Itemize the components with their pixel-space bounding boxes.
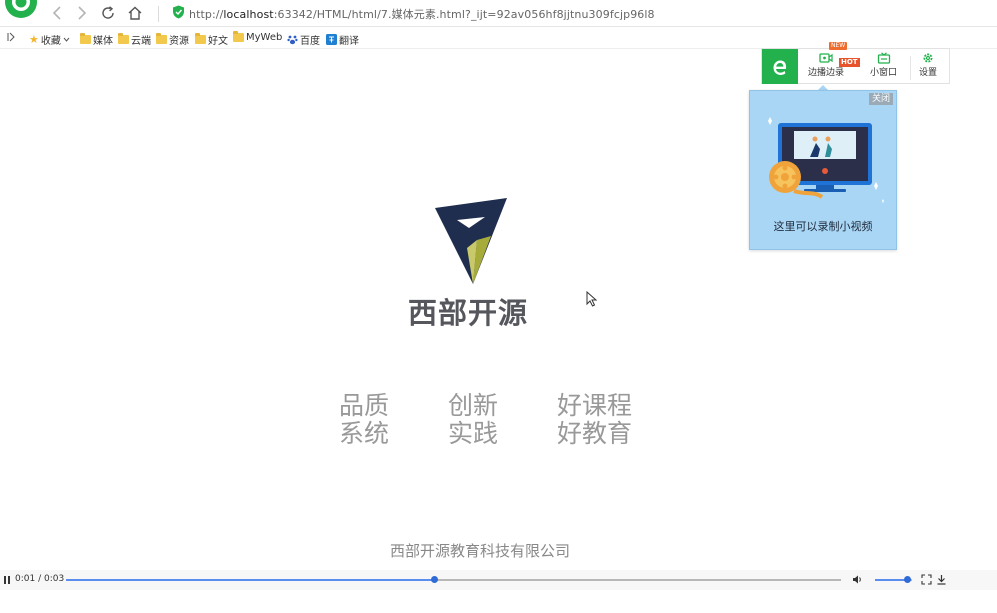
mouse-cursor-icon (586, 291, 598, 307)
pause-icon (8, 576, 10, 584)
settings-button[interactable]: 设置 (919, 52, 937, 78)
browser-logo-icon[interactable] (4, 0, 38, 20)
download-icon[interactable] (936, 574, 947, 585)
sidebar-toggle-button[interactable] (7, 32, 15, 42)
bookmark-baidu[interactable]: 百度 (287, 32, 320, 47)
home-button[interactable] (126, 4, 144, 22)
seek-bar-played (66, 579, 434, 581)
bookmark-media[interactable]: 媒体 (80, 32, 113, 47)
seek-handle[interactable] (430, 576, 438, 583)
slogan-text: 好教育 (557, 419, 633, 448)
chevron-right-icon (78, 6, 87, 20)
slogan-column-2: 创新 实践 (448, 392, 498, 448)
chevron-left-icon (52, 6, 61, 20)
home-icon (128, 6, 142, 20)
volume-level (875, 579, 909, 581)
video-helper-logo[interactable] (762, 49, 798, 84)
slogan-column-3: 好课程 好教育 (557, 392, 632, 448)
pause-icon (4, 576, 6, 584)
folder-icon (80, 33, 91, 44)
volume-icon[interactable] (852, 574, 863, 585)
reload-icon (102, 6, 114, 19)
bookmark-favorites[interactable]: ★ 收藏 (29, 32, 70, 47)
company-name: 西部开源教育科技有限公司 (390, 542, 571, 560)
settings-label: 设置 (919, 68, 938, 78)
folder-icon (195, 33, 206, 44)
xibu-kaiyuan-logo-icon (435, 198, 507, 284)
fullscreen-icon[interactable] (921, 574, 932, 585)
mini-window-label: 小窗口 (870, 68, 898, 78)
video-helper-toolbar: 边播边录 NEW HOT 小窗口 设置 (761, 42, 950, 84)
video-controls: 0:01 / 0:03 (0, 570, 997, 590)
back-button[interactable] (48, 4, 66, 22)
volume-handle[interactable] (904, 576, 912, 583)
popup-message: 这里可以录制小视频 (773, 220, 873, 233)
browser-toolbar: http://localhost:63342/HTML/html/7.媒体元素.… (0, 0, 997, 27)
video-recording-illustration (768, 117, 884, 203)
slogan-text: 创新 (448, 391, 499, 420)
toolbar-divider (910, 56, 911, 80)
url-scheme: http:// (189, 8, 224, 21)
star-icon: ★ (29, 32, 39, 46)
reload-button[interactable] (99, 4, 117, 22)
slogan-text: 品质 (339, 391, 390, 420)
bookmark-myweb[interactable]: MyWeb (233, 31, 283, 43)
sidebar-toggle-icon (7, 32, 15, 42)
url-host: localhost (223, 8, 274, 21)
translate-icon (326, 34, 337, 45)
baidu-paw-icon (287, 35, 298, 45)
time-display: 0:01 / 0:03 (15, 574, 65, 584)
pause-button[interactable] (4, 576, 13, 585)
seek-bar[interactable] (66, 576, 841, 583)
url-path: :63342/HTML/html/7.媒体元素.html?_ijt=92av05… (273, 8, 655, 21)
folder-icon (118, 33, 129, 44)
gear-icon (923, 53, 933, 63)
new-badge: NEW (829, 42, 848, 50)
record-icon (819, 53, 833, 63)
slogan-text: 系统 (339, 419, 390, 448)
mini-window-button[interactable]: 小窗口 (870, 52, 897, 78)
popup-close-button[interactable]: 关闭 (868, 93, 893, 105)
forward-button[interactable] (73, 4, 91, 22)
bookmark-label: 云端 (131, 36, 151, 47)
address-bar[interactable]: http://localhost:63342/HTML/html/7.媒体元素.… (189, 6, 655, 22)
record-tip-popup: 关闭 这里可以录制小视频 (749, 90, 897, 250)
tv-icon (877, 52, 890, 64)
bookmark-label: 翻译 (339, 36, 359, 47)
chevron-down-icon (63, 37, 70, 42)
bookmark-label: 百度 (300, 36, 320, 47)
folder-icon (233, 31, 244, 42)
bookmark-label: 收藏 (40, 36, 61, 47)
bookmark-translate[interactable]: 翻译 (326, 32, 359, 47)
brand-name: 西部开源 (408, 296, 529, 330)
volume-slider[interactable] (875, 576, 912, 583)
bookmark-label: 媒体 (93, 36, 113, 47)
toolbar-divider (158, 6, 159, 22)
hot-badge: HOT (839, 58, 860, 67)
e-logo-icon (773, 60, 787, 75)
bookmark-label: 好文 (208, 36, 228, 47)
bookmark-articles[interactable]: 好文 (195, 32, 228, 47)
bookmark-cloud[interactable]: 云端 (118, 32, 151, 47)
slogan-text: 好课程 (557, 391, 633, 420)
slogan-column-1: 品质 系统 (339, 392, 389, 448)
security-shield-icon[interactable] (172, 5, 185, 19)
bookmark-label: MyWeb (246, 32, 283, 43)
folder-icon (156, 33, 167, 44)
bookmarks-bar: ★ 收藏 媒体 云端 资源 好文 MyWeb 百度 翻译 (0, 28, 997, 49)
slogan-text: 实践 (448, 419, 499, 448)
bookmark-label: 资源 (169, 36, 189, 47)
bookmark-resources[interactable]: 资源 (156, 32, 189, 47)
